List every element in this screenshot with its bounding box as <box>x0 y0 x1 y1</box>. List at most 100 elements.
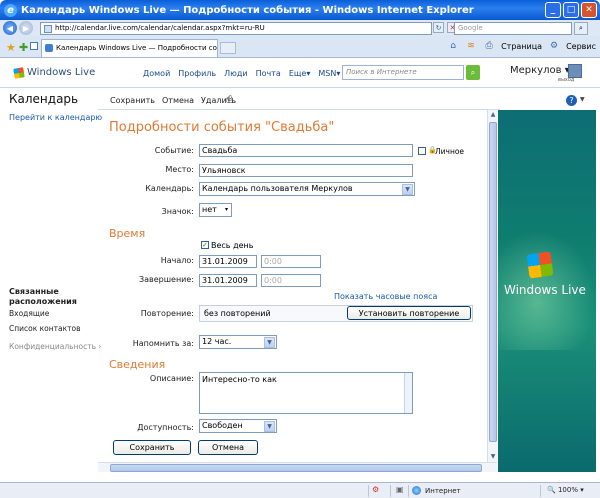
browser-search-input[interactable]: Google <box>454 22 572 35</box>
related-locations-heading: Связанные расположения <box>9 287 77 306</box>
cancel-button[interactable]: Отмена <box>198 440 258 455</box>
close-window-button[interactable]: ✕ <box>581 2 597 18</box>
back-button[interactable]: ◀ <box>3 21 17 35</box>
print-event-icon[interactable]: ⎙ <box>226 95 233 105</box>
vertical-scroll-thumb[interactable] <box>489 122 497 442</box>
place-field[interactable]: Ульяновск <box>199 164 413 177</box>
windows-flag-icon <box>13 66 25 79</box>
windows-live-favicon <box>45 44 53 52</box>
ie-logo-icon: e <box>4 3 17 17</box>
toolbar-cancel[interactable]: Отмена <box>162 96 194 105</box>
windows-logo-icon <box>526 251 554 279</box>
print-icon[interactable]: ⎙ <box>483 40 495 52</box>
user-name-menu[interactable]: Меркулов ▾ <box>510 65 570 76</box>
service-menu[interactable]: Сервис <box>566 42 596 51</box>
popup-blocker-icon[interactable]: ⚙ <box>372 485 379 494</box>
event-name-field[interactable]: Свадьба <box>199 144 413 157</box>
toolbar-save[interactable]: Сохранить <box>110 96 155 105</box>
gear-icon[interactable]: ⚙ <box>548 40 560 52</box>
all-day-checkbox[interactable]: ✓ <box>201 241 209 249</box>
web-search-button[interactable]: ⌕ <box>466 65 480 80</box>
add-favorites-icon[interactable]: ✚ <box>19 41 28 54</box>
sidebar-item-inbox[interactable]: Входящие <box>9 309 49 318</box>
chevron-down-icon: ▼ <box>264 337 275 348</box>
search-icon[interactable]: ⌕ <box>574 22 588 35</box>
horizontal-scroll-thumb[interactable] <box>110 464 482 472</box>
browser-tab-calendar[interactable]: Календарь Windows Live — Подробности соб… <box>41 39 218 57</box>
page-bottom-area <box>0 472 600 482</box>
nav-profile[interactable]: Профиль <box>178 69 216 78</box>
end-label: Завершение: <box>138 275 194 284</box>
all-day-label: Весь день <box>211 241 254 250</box>
go-to-calendar-link[interactable]: Перейти к календарю <box>9 113 102 122</box>
show-timezones-link[interactable]: Показать часовые пояса <box>334 292 437 301</box>
forward-button[interactable]: ▶ <box>19 21 33 35</box>
avatar[interactable] <box>568 64 582 78</box>
page-menu[interactable]: Страница <box>501 42 542 51</box>
windows-live-logo-text: Windows Live <box>27 67 96 78</box>
chevron-down-icon: ▾ <box>580 486 584 494</box>
help-chevron-down-icon[interactable]: ▼ <box>580 96 585 103</box>
maximize-button[interactable]: □ <box>563 2 579 18</box>
scroll-up-icon[interactable]: ▲ <box>488 110 498 120</box>
minimize-button[interactable]: _ <box>545 2 561 18</box>
description-scrollbar[interactable] <box>404 373 412 413</box>
home-icon[interactable]: ⌂ <box>447 40 459 52</box>
icon-select[interactable]: нет ▾ <box>199 203 232 217</box>
nav-more[interactable]: Еще▾ <box>289 69 311 78</box>
status-bar: ⚙ ▣ Интернет 🔍 100% ▾ <box>0 482 600 498</box>
set-repeat-button[interactable]: Установить повторение <box>347 306 471 320</box>
availability-label: Доступность: <box>137 423 194 432</box>
protected-mode-icon: ▣ <box>396 485 404 494</box>
remind-select[interactable]: 12 час. ▼ <box>199 335 277 349</box>
end-time-field[interactable]: 0:00 <box>261 274 321 287</box>
start-date-field[interactable]: 31.01.2009 <box>199 255 257 268</box>
nav-home[interactable]: Домой <box>143 69 170 78</box>
windows-live-header: Windows Live Домой Профиль Люди Почта Ещ… <box>0 58 600 88</box>
windows-live-logo[interactable]: Windows Live <box>13 66 96 79</box>
event-label: Событие: <box>154 146 194 155</box>
address-bar[interactable]: http://calendar.live.com/calendar/calend… <box>40 22 432 35</box>
status-divider <box>368 485 369 497</box>
start-label: Начало: <box>160 256 194 265</box>
vertical-scrollbar[interactable]: ▲ ▼ <box>487 110 497 462</box>
horizontal-scrollbar[interactable] <box>98 462 497 472</box>
security-zone-label: Интернет <box>425 486 461 495</box>
calendar-select-value: Календарь пользователя Меркулов <box>202 184 353 193</box>
time-section-heading: Время <box>109 227 146 240</box>
description-value: Интересно-то как <box>202 375 277 384</box>
remind-select-value: 12 час. <box>202 337 232 346</box>
remind-label: Напомнить за: <box>132 339 194 348</box>
start-time-field[interactable]: 0:00 <box>261 255 321 268</box>
place-label: Место: <box>165 165 194 174</box>
security-zone[interactable]: Интернет <box>412 486 461 495</box>
window-titlebar: e Календарь Windows Live — Подробности с… <box>0 0 600 20</box>
nav-msn[interactable]: MSN▾ <box>318 69 340 78</box>
help-icon[interactable]: ? <box>566 95 577 106</box>
chevron-down-icon: ▼ <box>264 421 275 432</box>
tab-bar: ★ ✚ Календарь Windows Live — Подробности… <box>0 36 600 58</box>
tab-title: Календарь Windows Live — Подробности соб… <box>56 44 217 52</box>
quick-tabs-icon[interactable] <box>30 42 38 50</box>
nav-mail[interactable]: Почта <box>256 69 281 78</box>
refresh-icon[interactable]: ↻ <box>433 22 444 33</box>
description-textarea[interactable]: Интересно-то как <box>199 372 413 414</box>
feeds-icon[interactable]: ≋ <box>465 40 477 52</box>
end-date-field[interactable]: 31.01.2009 <box>199 274 257 287</box>
zoom-level[interactable]: 🔍 100% ▾ <box>547 486 584 494</box>
favorites-star-icon[interactable]: ★ <box>6 41 16 54</box>
event-toolbar: Сохранить Отмена Удалить <box>110 96 236 105</box>
description-label: Описание: <box>149 374 194 383</box>
calendar-select[interactable]: Календарь пользователя Меркулов ▼ <box>199 182 415 196</box>
availability-select[interactable]: Свободен ▼ <box>199 419 277 433</box>
save-button[interactable]: Сохранить <box>113 440 191 455</box>
web-search-input[interactable]: Поиск в Интернете <box>342 65 464 80</box>
sidebar-item-privacy[interactable]: Конфиденциальность › <box>9 342 101 351</box>
chevron-down-icon: ▼ <box>402 184 413 195</box>
nav-people[interactable]: Люди <box>224 69 247 78</box>
new-tab-button[interactable] <box>220 42 236 54</box>
ad-text: Windows Live <box>504 283 586 297</box>
private-checkbox[interactable] <box>418 147 426 155</box>
scroll-down-icon[interactable]: ▼ <box>488 452 498 462</box>
sidebar-item-contacts[interactable]: Список контактов <box>9 324 81 333</box>
